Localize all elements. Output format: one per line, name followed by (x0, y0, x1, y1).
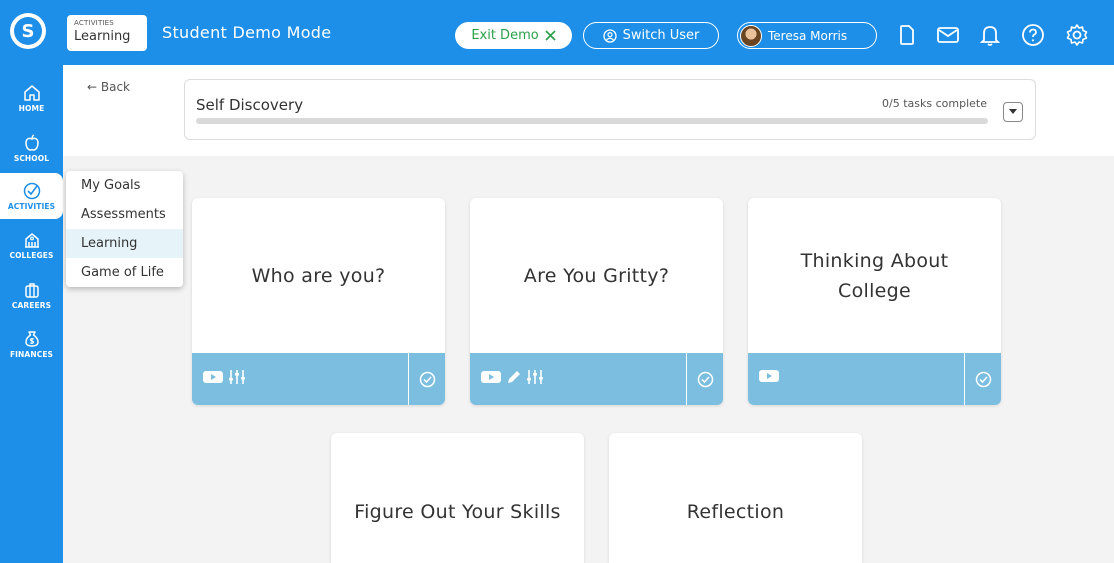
sidebar-item-label: FINANCES (9, 349, 54, 359)
mode-title: Student Demo Mode (162, 23, 332, 42)
progress-status: 0/5 tasks complete (882, 97, 987, 110)
complete-toggle[interactable] (686, 353, 723, 405)
document-icon[interactable] (894, 22, 920, 48)
app-logo[interactable]: S (10, 13, 46, 49)
briefcase-icon (24, 282, 39, 298)
section-name: Learning (74, 29, 131, 44)
card-title: Figure Out Your Skills (354, 501, 561, 523)
avatar (740, 24, 762, 47)
card-footer (192, 353, 445, 405)
sliders-icon[interactable] (526, 368, 544, 386)
card-footer (470, 353, 723, 405)
mail-icon[interactable] (935, 22, 961, 48)
user-profile-button[interactable]: Teresa Morris (737, 22, 877, 49)
home-icon (23, 84, 40, 101)
user-circle-icon (602, 28, 617, 43)
sidebar-item-label: SCHOOL (13, 153, 50, 163)
sidebar-item-label: ACTIVITIES (7, 201, 56, 211)
card-title: Are You Gritty? (523, 264, 670, 287)
submenu-item-my-goals[interactable]: My Goals (66, 171, 183, 200)
exit-demo-button[interactable]: Exit Demo (455, 22, 572, 49)
money-bag-icon (24, 330, 39, 347)
bell-icon[interactable] (977, 22, 1003, 48)
logo-mark-icon: S (14, 17, 42, 45)
section-category: ACTIVITIES (74, 19, 114, 27)
sidebar: HOME SCHOOL ACTIVITIES COLLEGES CAREERS … (0, 65, 63, 563)
progress-card: Self Discovery 0/5 tasks complete (184, 79, 1036, 140)
check-circle-icon (23, 182, 40, 199)
sidebar-item-label: CAREERS (11, 300, 52, 310)
check-circle-icon (697, 371, 713, 387)
activity-card-who-are-you[interactable]: Who are you? (192, 198, 445, 405)
activity-title: Self Discovery (196, 96, 304, 114)
submenu-item-game-of-life[interactable]: Game of Life (66, 258, 183, 287)
sidebar-item-label: COLLEGES (9, 250, 54, 260)
exit-demo-label: Exit Demo (471, 28, 539, 43)
sidebar-item-school[interactable]: SCHOOL (0, 125, 63, 171)
card-title: Who are you? (251, 264, 386, 287)
card-footer (748, 353, 1001, 405)
user-name: Teresa Morris (768, 28, 848, 43)
video-icon[interactable] (758, 368, 780, 384)
apple-icon (24, 133, 39, 151)
activity-card-reflection[interactable]: Reflection (609, 433, 862, 563)
video-icon[interactable] (480, 369, 502, 385)
help-icon[interactable] (1020, 22, 1046, 48)
submenu-item-learning[interactable]: Learning (66, 229, 183, 258)
activity-card-figure-out-your-skills[interactable]: Figure Out Your Skills (331, 433, 584, 563)
caret-down-icon (1009, 109, 1017, 114)
gear-icon[interactable] (1064, 22, 1090, 48)
complete-toggle[interactable] (408, 353, 445, 405)
progress-bar (196, 118, 988, 124)
close-icon (545, 30, 556, 41)
back-link[interactable]: ← Back (87, 80, 130, 94)
expand-dropdown-button[interactable] (1003, 102, 1023, 122)
top-bar: S ACTIVITIES Learning Student Demo Mode … (0, 0, 1114, 65)
video-icon[interactable] (202, 369, 224, 385)
sidebar-item-activities[interactable]: ACTIVITIES (0, 173, 63, 219)
complete-toggle[interactable] (964, 353, 1001, 405)
sidebar-item-colleges[interactable]: COLLEGES (0, 222, 63, 268)
check-circle-icon (975, 371, 991, 387)
sidebar-item-label: HOME (18, 103, 45, 113)
sidebar-item-home[interactable]: HOME (0, 75, 63, 121)
card-title: Reflection (686, 501, 785, 523)
current-section: ACTIVITIES Learning (67, 15, 147, 51)
sliders-icon[interactable] (228, 368, 246, 386)
activity-card-thinking-about-college[interactable]: Thinking About College (748, 198, 1001, 405)
building-icon (24, 232, 39, 248)
activity-card-are-you-gritty[interactable]: Are You Gritty? (470, 198, 723, 405)
check-circle-icon (419, 371, 435, 387)
activities-submenu: My Goals Assessments Learning Game of Li… (66, 171, 183, 287)
card-title: Thinking About College (800, 249, 949, 302)
submenu-item-assessments[interactable]: Assessments (66, 200, 183, 229)
pencil-icon[interactable] (506, 369, 522, 385)
switch-user-button[interactable]: Switch User (583, 22, 719, 49)
sidebar-item-careers[interactable]: CAREERS (0, 272, 63, 318)
switch-user-label: Switch User (622, 28, 700, 43)
sidebar-item-finances[interactable]: FINANCES (0, 321, 63, 367)
